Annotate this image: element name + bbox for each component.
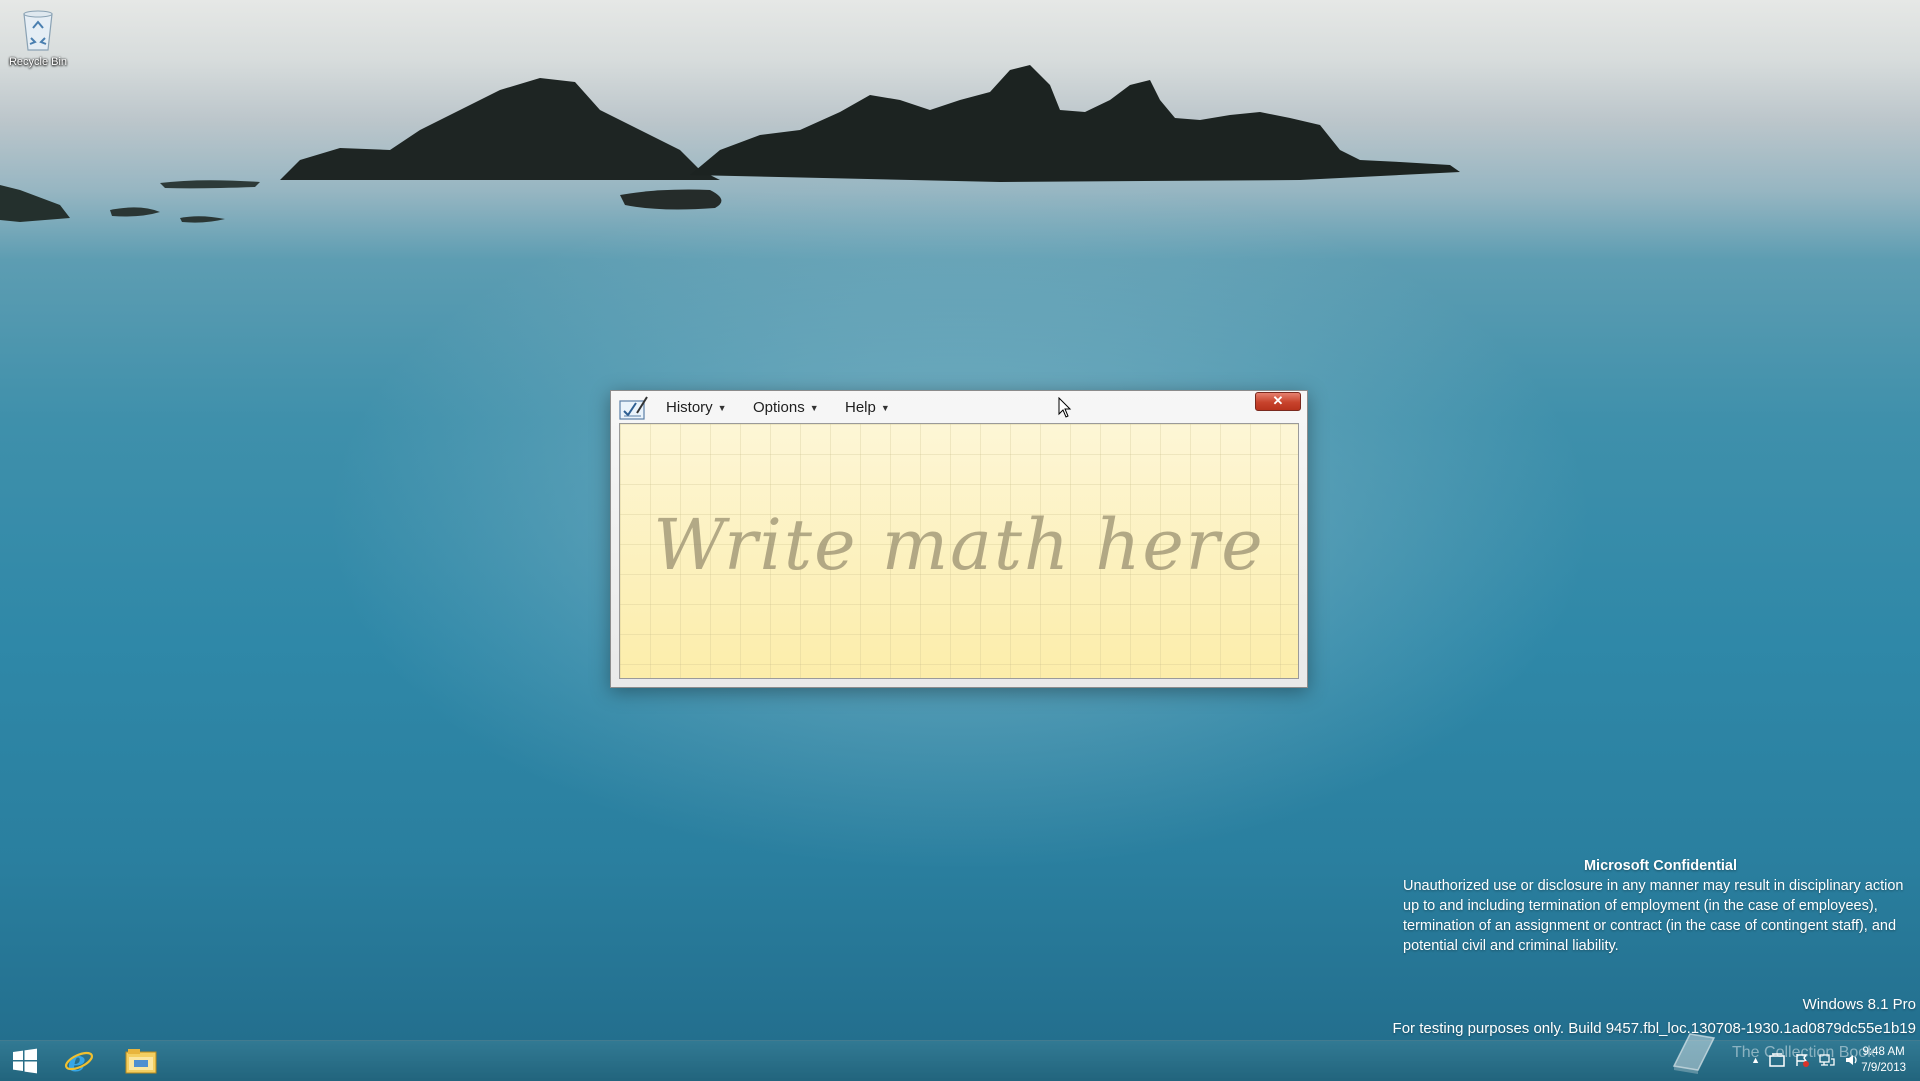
menu-options-label: Options <box>753 399 805 416</box>
chevron-down-icon: ▼ <box>809 402 819 413</box>
volume-icon[interactable] <box>1844 1053 1860 1067</box>
writing-area[interactable]: Write math here <box>619 423 1299 679</box>
menu-history[interactable]: History ▼ <box>666 399 727 416</box>
recycle-bin-shortcut[interactable]: Recycle Bin <box>6 6 70 68</box>
start-button[interactable] <box>2 1041 48 1081</box>
chevron-down-icon: ▼ <box>717 402 727 413</box>
math-input-panel-window: History ▼ Options ▼ Help ▼ ✕ Write math … <box>610 390 1308 688</box>
recycle-bin-icon <box>23 10 53 51</box>
menu-history-label: History <box>666 399 713 416</box>
recycle-bin-label: Recycle Bin <box>8 56 68 68</box>
confidential-notice: Microsoft Confidential Unauthorized use … <box>1403 856 1918 956</box>
close-icon: ✕ <box>1272 393 1284 408</box>
mouse-cursor-icon <box>1058 397 1072 418</box>
windows-edition-text: Windows 8.1 Pro <box>1802 996 1916 1013</box>
close-button[interactable]: ✕ <box>1255 392 1301 411</box>
start-icon <box>13 1048 37 1074</box>
alert-flag-icon[interactable] <box>1794 1053 1810 1067</box>
show-hidden-icons-button[interactable]: ▲ <box>1751 1055 1760 1065</box>
menu-options[interactable]: Options ▼ <box>753 399 819 416</box>
title-bar[interactable]: History ▼ Options ▼ Help ▼ ✕ <box>611 391 1307 423</box>
menu-help[interactable]: Help ▼ <box>845 399 890 416</box>
clock-time: 9:48 AM <box>1862 1046 1905 1058</box>
build-string-text: For testing purposes only. Build 9457.fb… <box>1392 1020 1916 1037</box>
internet-explorer-icon: e <box>64 1045 94 1077</box>
file-explorer-button[interactable] <box>118 1041 164 1081</box>
system-tray: ▲ <box>1751 1040 1860 1080</box>
rock-formation-scenery <box>0 65 1460 223</box>
chevron-down-icon: ▼ <box>880 402 890 413</box>
internet-explorer-button[interactable]: e <box>56 1041 102 1081</box>
menu-help-label: Help <box>845 399 876 416</box>
file-explorer-icon <box>125 1049 157 1074</box>
math-input-panel-icon <box>619 396 648 420</box>
confidential-body: Unauthorized use or disclosure in any ma… <box>1403 878 1904 954</box>
collection-book-logo-icon <box>1672 1033 1716 1074</box>
network-icon[interactable] <box>1819 1053 1835 1067</box>
confidential-title: Microsoft Confidential <box>1583 858 1738 874</box>
svg-text:e: e <box>68 1045 86 1077</box>
action-center-icon[interactable] <box>1769 1053 1785 1067</box>
taskbar: e <box>0 1040 1920 1081</box>
writing-area-hint: Write math here <box>653 504 1265 586</box>
clock-date: 7/9/2013 <box>1861 1062 1906 1074</box>
taskbar-clock[interactable]: 9:48 AM 7/9/2013 <box>1861 1044 1906 1076</box>
